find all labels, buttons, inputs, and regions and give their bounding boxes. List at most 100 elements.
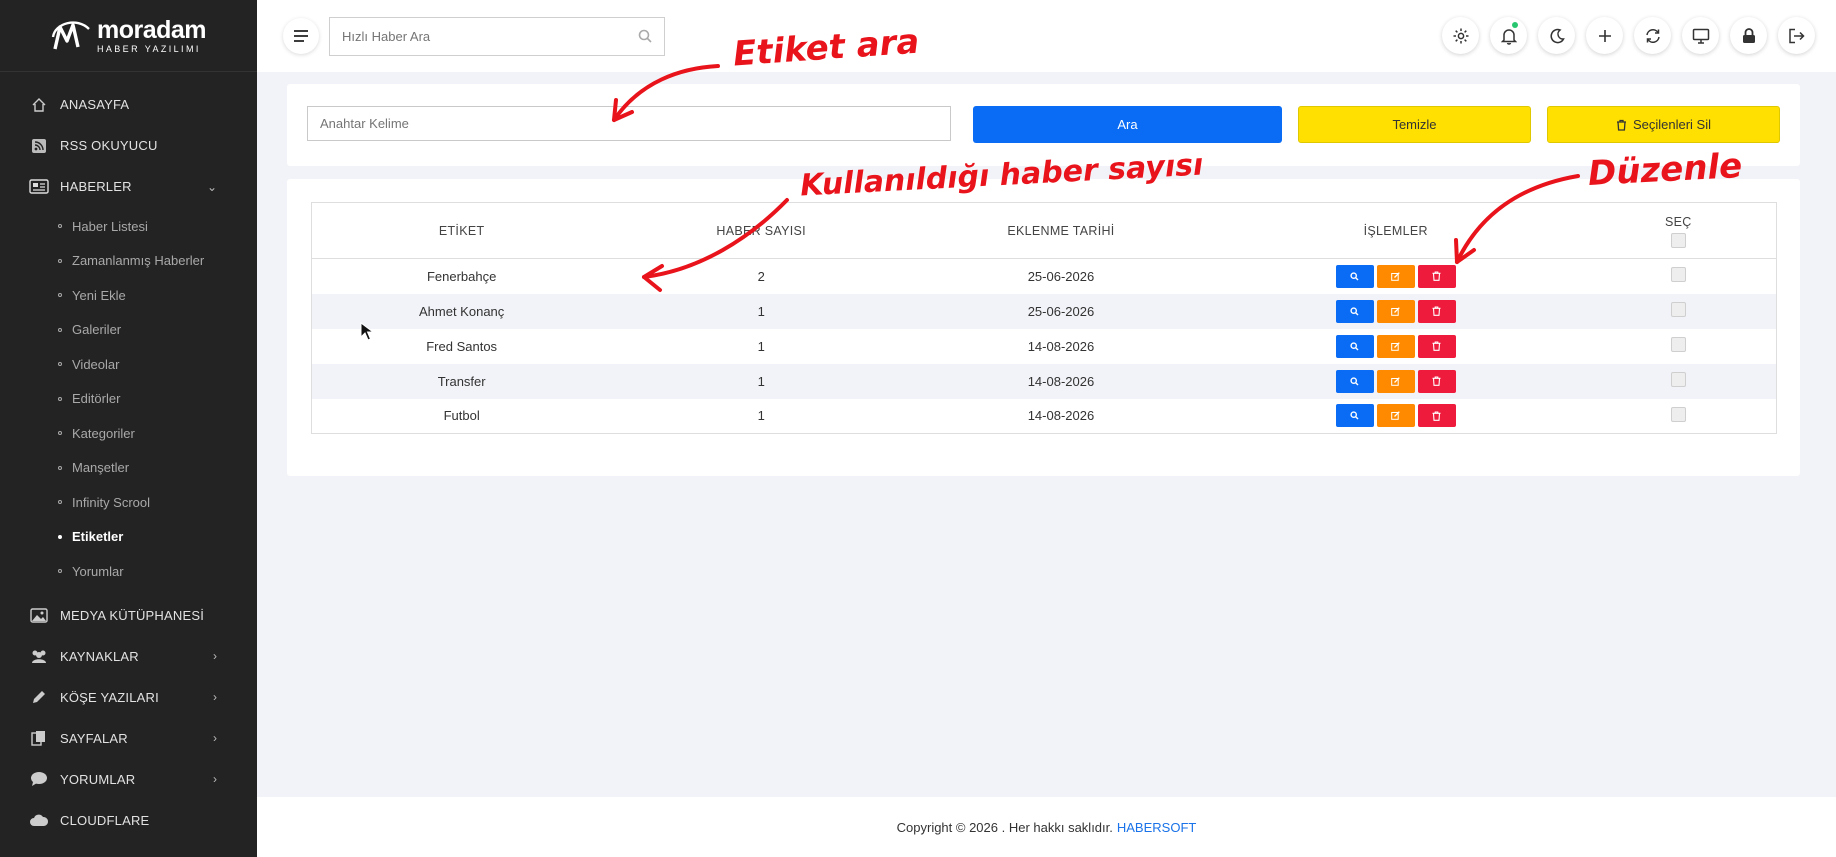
select-cell: [1580, 293, 1777, 329]
row-checkbox[interactable]: [1670, 337, 1686, 352]
edit-button[interactable]: [1376, 264, 1415, 288]
count-cell: 2: [757, 268, 765, 284]
submenu-item-infinity-scrool[interactable]: Infinity Scrool: [0, 485, 257, 520]
add-button[interactable]: [1586, 17, 1623, 54]
column-header-date[interactable]: EKLENME TARİHİ: [911, 202, 1211, 259]
submenu-item-videolar[interactable]: Videolar: [0, 347, 257, 382]
sidebar-item-cloudflare[interactable]: CLOUDFLARE: [0, 800, 257, 841]
select-cell: [1581, 399, 1777, 434]
edit-icon: [1391, 411, 1400, 421]
search-icon: [1350, 376, 1359, 385]
count-cell: 1: [611, 293, 912, 329]
users-icon: [28, 648, 50, 664]
column-header-count[interactable]: HABER SAYISI: [611, 202, 912, 259]
view-site-button[interactable]: [1682, 17, 1719, 54]
view-button[interactable]: [1335, 299, 1374, 323]
plus-icon: [1598, 29, 1611, 42]
search-icon: [1350, 306, 1359, 315]
row-checkbox[interactable]: [1670, 267, 1686, 283]
search-button-label: Ara: [1117, 117, 1138, 132]
notifications-button[interactable]: [1490, 17, 1527, 54]
row-checkbox[interactable]: [1670, 406, 1686, 422]
delete-button[interactable]: [1417, 404, 1456, 428]
view-button[interactable]: [1335, 404, 1374, 428]
brand-logo[interactable]: moradam HABER YAZILIMI: [0, 0, 257, 72]
edit-button[interactable]: [1376, 299, 1415, 323]
bullet-icon: [58, 396, 62, 401]
sidebar-item-kose-yazilari[interactable]: KÖŞE YAZILARI ›: [0, 677, 257, 718]
search-icon: [1350, 341, 1359, 350]
sidebar-item-label: HABERLER: [60, 179, 132, 194]
delete-button[interactable]: [1417, 299, 1456, 323]
search-icon[interactable]: [638, 29, 652, 43]
submenu-item-etiketler[interactable]: Etiketler: [0, 520, 257, 555]
select-cell: [1580, 363, 1777, 399]
chevron-down-icon: ⌄: [206, 179, 217, 194]
keyword-input[interactable]: [307, 106, 951, 141]
select-all-checkbox[interactable]: [1670, 233, 1686, 248]
submenu-item-mansetler[interactable]: Manşetler: [0, 451, 257, 486]
settings-button[interactable]: [1442, 17, 1479, 54]
dark-mode-button[interactable]: [1538, 17, 1575, 54]
tag-search-card: Ara Temizle Seçilenleri Sil: [287, 84, 1800, 166]
menu-toggle-button[interactable]: [283, 18, 319, 54]
delete-button[interactable]: [1417, 334, 1456, 358]
sidebar-item-anasayfa[interactable]: ANASAYFA: [0, 84, 257, 125]
lock-button[interactable]: [1730, 17, 1767, 54]
notification-dot: [1512, 22, 1518, 28]
delete-button[interactable]: [1417, 264, 1456, 288]
edit-button[interactable]: [1376, 369, 1415, 393]
edit-button[interactable]: [1376, 334, 1415, 358]
actions-cell: [1211, 399, 1581, 434]
search-button[interactable]: Ara: [973, 106, 1282, 143]
sidebar-item-label: YORUMLAR: [60, 771, 136, 787]
search-icon: [1350, 272, 1359, 281]
row-checkbox[interactable]: [1670, 372, 1686, 387]
submenu-item-editorler[interactable]: Editörler: [0, 382, 257, 417]
quick-search-input[interactable]: [342, 28, 638, 44]
comment-icon: [28, 771, 50, 787]
bullet-icon: [58, 362, 62, 367]
bell-icon: [1500, 28, 1517, 45]
submenu-item-galeriler[interactable]: Galeriler: [0, 313, 257, 348]
submenu-item-kategoriler[interactable]: Kategoriler: [0, 416, 257, 451]
sidebar-item-sayfalar[interactable]: SAYFALAR ›: [0, 718, 257, 759]
tag-cell: Ahmet Konanç: [311, 293, 612, 329]
cloud-icon: [28, 812, 50, 828]
logout-button[interactable]: [1778, 17, 1815, 54]
sidebar-item-medya[interactable]: MEDYA KÜTÜPHANESİ: [0, 595, 257, 636]
pages-icon: [28, 730, 50, 746]
edit-button[interactable]: [1376, 404, 1415, 428]
submenu-item-yeni-ekle[interactable]: Yeni Ekle: [0, 278, 257, 313]
submenu-item-yorumlar[interactable]: Yorumlar: [0, 554, 257, 589]
view-button[interactable]: [1335, 264, 1374, 288]
delete-selected-button[interactable]: Seçilenleri Sil: [1547, 106, 1780, 143]
sidebar-item-rss[interactable]: RSS OKUYUCU: [0, 125, 257, 166]
clear-button[interactable]: Temizle: [1298, 106, 1531, 143]
trash-icon: [1432, 306, 1441, 316]
column-header-tag[interactable]: ETİKET: [311, 202, 612, 259]
sidebar-item-haberler[interactable]: HABERLER ⌄: [0, 166, 257, 207]
mouse-cursor-icon: [360, 322, 375, 341]
submenu-item-haber-listesi[interactable]: Haber Listesi: [0, 209, 257, 244]
footer-brand-link[interactable]: HABERSOFT: [1117, 820, 1196, 835]
delete-button[interactable]: [1417, 369, 1456, 393]
submenu-item-zamanlanmis[interactable]: Zamanlanmış Haberler: [0, 244, 257, 279]
edit-icon: [1391, 376, 1400, 386]
row-checkbox[interactable]: [1670, 302, 1686, 317]
sidebar-item-kaynaklar[interactable]: KAYNAKLAR ›: [0, 636, 257, 677]
chevron-right-icon: ›: [213, 772, 217, 786]
select-cell: [1581, 329, 1777, 364]
view-button[interactable]: [1335, 369, 1374, 393]
monitor-icon: [1692, 28, 1709, 44]
table-body: Fenerbahçe 2 25-06-2026 Ahmet Konanç 1 2…: [311, 259, 1777, 434]
refresh-button[interactable]: [1634, 17, 1671, 54]
bullet-icon: [58, 569, 62, 574]
bullet-icon: [58, 534, 62, 539]
footer: Copyright © 2026 . Her hakkı saklıdır. H…: [257, 797, 1836, 857]
view-button[interactable]: [1335, 334, 1374, 358]
bullet-icon: [58, 224, 62, 229]
sidebar-item-yorumlar[interactable]: YORUMLAR ›: [0, 759, 257, 800]
tags-table-card: ETİKET HABER SAYISI EKLENME TARİHİ İŞLEM…: [287, 179, 1800, 476]
settings-icon: [1453, 28, 1468, 43]
